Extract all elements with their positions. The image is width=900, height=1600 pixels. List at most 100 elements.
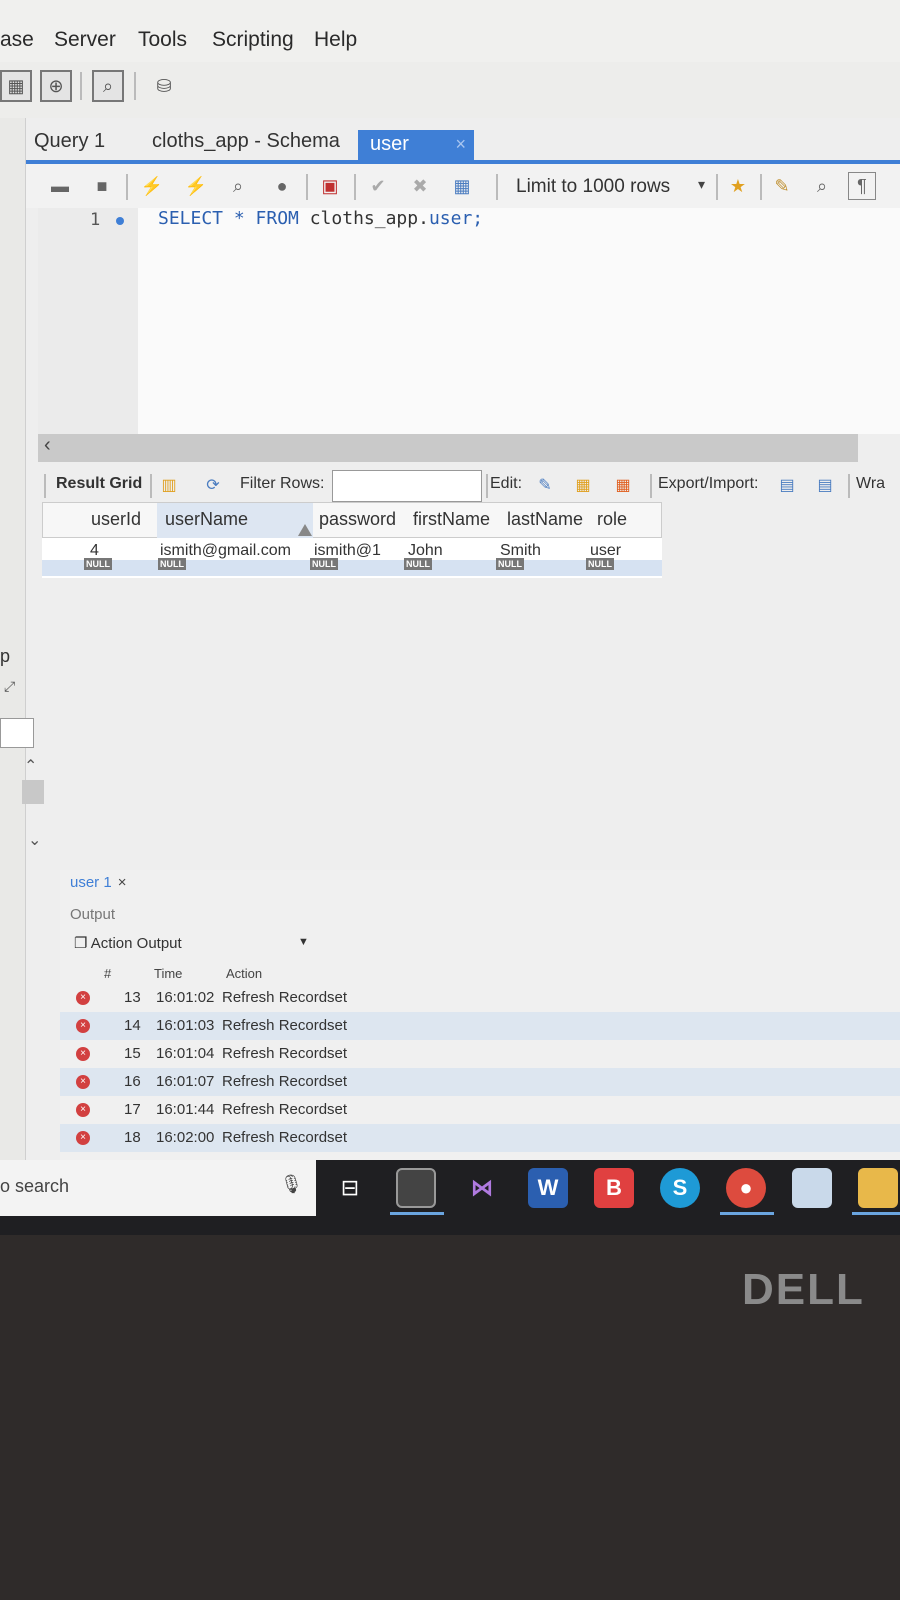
output-row[interactable]: × 13 16:01:02 Refresh Recordset <box>60 984 900 1012</box>
close-icon[interactable]: × <box>118 874 127 891</box>
chevron-down-icon[interactable]: ▾ <box>698 176 705 193</box>
column-header-role[interactable]: role <box>597 509 627 530</box>
open-folder-icon[interactable]: ▬ <box>46 172 74 200</box>
column-header-lastname[interactable]: lastName <box>507 509 583 530</box>
result-grid-label[interactable]: Result Grid <box>56 475 142 493</box>
form-view-icon[interactable]: ▥ <box>156 472 182 498</box>
sql-table: user; <box>428 208 484 229</box>
tab-query-1[interactable]: Query 1 <box>34 126 105 160</box>
output-row-action: Refresh Recordset <box>222 1129 348 1146</box>
column-header-firstname[interactable]: firstName <box>413 509 490 530</box>
output-row[interactable]: × 16 16:01:07 Refresh Recordset <box>60 1068 900 1096</box>
export-icon[interactable]: ▤ <box>774 472 800 498</box>
tab-user[interactable]: user × <box>358 130 474 160</box>
terminal-icon[interactable] <box>396 1168 436 1208</box>
toolbar-separator <box>80 72 82 100</box>
microphone-icon[interactable]: 🎙 <box>280 1174 303 1195</box>
result-grid: userId userName password firstName lastN… <box>42 502 662 578</box>
scroll-left-icon[interactable]: ‹ <box>44 434 51 457</box>
screen: ase Server Tools Scripting Help ▦ ⊕ ⌕ ⛁ … <box>0 0 900 1235</box>
limit-rows-select[interactable]: Limit to 1000 rows <box>516 176 670 198</box>
menu-database[interactable]: ase <box>0 28 34 52</box>
editor-gutter: 1 <box>38 208 138 434</box>
sql-schema: cloths_app. <box>309 208 429 229</box>
insert-row-icon[interactable]: ▦ <box>570 472 596 498</box>
toolbar-separator <box>150 474 152 498</box>
save-icon[interactable]: ■ <box>88 172 116 200</box>
skype-icon[interactable]: S <box>660 1168 700 1208</box>
tab-user-label: user <box>370 133 409 155</box>
menu-server[interactable]: Server <box>54 28 116 52</box>
task-view-icon[interactable]: ⊟ <box>330 1168 370 1208</box>
stop-icon[interactable]: ● <box>268 172 296 200</box>
refresh-icon[interactable]: ⟳ <box>200 472 226 498</box>
inspect-icon[interactable]: ⌕ <box>92 70 124 102</box>
add-table-icon[interactable]: ⊕ <box>40 70 72 102</box>
execute-current-icon[interactable]: ⚡ <box>182 172 210 200</box>
editor-tabs: Query 1 cloths_app - Schema user × <box>26 122 900 160</box>
toolbar-separator <box>760 174 762 200</box>
tab-schema[interactable]: cloths_app - Schema <box>152 126 340 160</box>
explain-icon[interactable]: ⌕ <box>224 172 252 200</box>
delete-row-icon[interactable]: ▦ <box>610 472 636 498</box>
menu-help[interactable]: Help <box>314 28 357 52</box>
chrome-icon[interactable]: ● <box>726 1168 766 1208</box>
toolbar-separator <box>650 474 652 498</box>
column-header-password[interactable]: password <box>319 509 396 530</box>
sql-keyword: SELECT * FROM <box>158 208 310 229</box>
output-type-select[interactable]: ❐ Action Output ▼ <box>74 934 309 952</box>
sql-statement[interactable]: SELECT * FROM cloths_app.user; <box>158 208 483 229</box>
virtualbox-icon[interactable] <box>792 1168 832 1208</box>
edit-row-icon[interactable]: ✎ <box>532 472 558 498</box>
table-icon[interactable]: ▦ <box>0 70 32 102</box>
scrollbar-thumb[interactable] <box>22 780 44 804</box>
output-row[interactable]: × 17 16:01:44 Refresh Recordset <box>60 1096 900 1124</box>
output-row-action: Refresh Recordset <box>222 1073 348 1090</box>
tab-result-user-1[interactable]: user 1 × <box>70 874 126 891</box>
left-panel-field[interactable] <box>0 718 34 748</box>
output-row[interactable]: × 15 16:01:04 Refresh Recordset <box>60 1040 900 1068</box>
horizontal-scrollbar[interactable]: ‹ <box>38 434 858 462</box>
rollback-icon[interactable]: ✖ <box>406 172 434 200</box>
output-row-number: 14 <box>124 1017 141 1034</box>
scroll-up-icon[interactable]: ⌃ <box>24 756 37 776</box>
bookmark-icon[interactable]: ★ <box>724 172 752 200</box>
grid-header: userId userName password firstName lastN… <box>42 502 662 538</box>
new-row[interactable] <box>42 560 662 576</box>
toolbar-separator <box>486 474 488 498</box>
output-row[interactable]: × 14 16:01:03 Refresh Recordset <box>60 1012 900 1040</box>
column-header-username[interactable]: userName <box>165 509 248 530</box>
filter-rows-input[interactable] <box>332 470 482 502</box>
null-badge: NULL <box>310 558 338 570</box>
wrap-cell-label[interactable]: Wra <box>856 475 885 493</box>
invisible-chars-icon[interactable]: ¶ <box>848 172 876 200</box>
output-header-number: # <box>104 966 112 981</box>
commit-icon[interactable]: ✔ <box>364 172 392 200</box>
scroll-down-icon[interactable]: ⌄ <box>28 830 41 850</box>
menu-scripting[interactable]: Scripting <box>212 28 294 52</box>
close-icon[interactable]: × <box>455 134 466 155</box>
autocommit-icon[interactable]: ▦ <box>448 172 476 200</box>
beautify-icon[interactable]: ✎ <box>768 172 796 200</box>
error-icon: × <box>76 1103 90 1117</box>
execute-icon[interactable]: ⚡ <box>138 172 166 200</box>
menu-tools[interactable]: Tools <box>138 28 187 52</box>
toolbar-separator <box>134 72 136 100</box>
output-row[interactable]: × 18 16:02:00 Refresh Recordset <box>60 1124 900 1152</box>
taskbar-search[interactable]: o search 🎙 <box>0 1160 316 1216</box>
expand-icon[interactable]: ⤢ <box>4 678 15 695</box>
sql-editor[interactable]: 1 SELECT * FROM cloths_app.user; <box>38 208 900 434</box>
toggle-output-icon[interactable]: ▣ <box>316 172 344 200</box>
column-header-userid[interactable]: userId <box>91 509 141 530</box>
word-icon[interactable]: W <box>528 1168 568 1208</box>
visual-studio-icon[interactable]: ⋈ <box>462 1168 502 1208</box>
null-badge: NULL <box>586 558 614 570</box>
b-app-icon[interactable]: B <box>594 1168 634 1208</box>
chevron-down-icon: ▼ <box>298 936 309 948</box>
mouse-cursor-icon <box>298 524 312 536</box>
find-icon[interactable]: ⌕ <box>808 172 836 200</box>
taskbar: o search 🎙 ⊟ ⋈ W B S ● <box>0 1160 900 1235</box>
file-explorer-icon[interactable] <box>858 1168 898 1208</box>
database-icon[interactable]: ⛁ <box>148 70 180 102</box>
import-icon[interactable]: ▤ <box>812 472 838 498</box>
